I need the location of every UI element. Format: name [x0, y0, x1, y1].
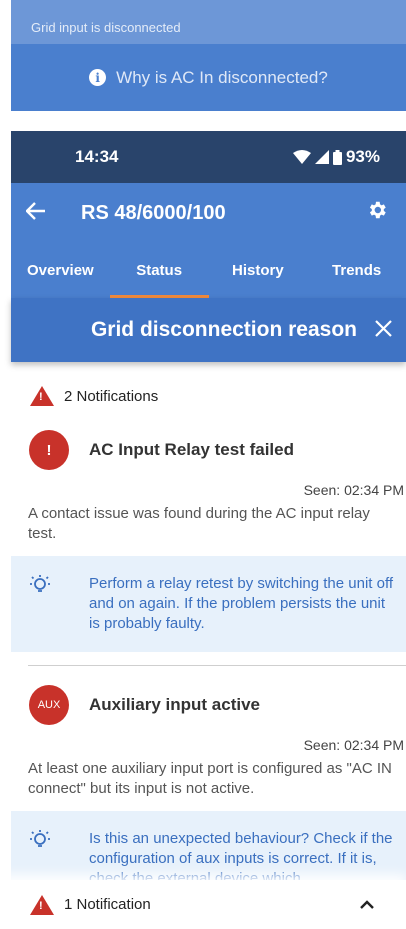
system-status-bar: 14:34 93% [11, 131, 406, 183]
lightbulb-icon [29, 574, 67, 634]
gear-icon [369, 201, 386, 219]
info-icon: i [89, 69, 107, 86]
device-title: RS 48/6000/100 [81, 201, 226, 224]
notification-description: At least one auxiliary input port is con… [28, 760, 392, 797]
seen-timestamp: Seen: 02:34 PM [303, 737, 404, 753]
tab-trends[interactable]: Trends [307, 243, 406, 298]
collapsed-notification-label: 1 Notification [64, 896, 151, 913]
battery-percent: 93% [345, 147, 380, 166]
notification-description: A contact issue was found during the AC … [28, 505, 370, 542]
grid-status-banner: Grid input is disconnected i Why is AC I… [11, 0, 406, 111]
battery-icon [332, 149, 342, 165]
back-button[interactable] [11, 200, 61, 226]
app-bar: RS 48/6000/100 [11, 183, 406, 243]
notification-title: Auxiliary input active [89, 695, 260, 714]
relay-alert-icon: ! [29, 430, 69, 470]
back-arrow-icon [25, 202, 45, 220]
divider [28, 665, 406, 666]
sheet-title: Grid disconnection reason [90, 318, 357, 341]
close-button[interactable] [375, 317, 392, 343]
seen-timestamp: Seen: 02:34 PM [303, 482, 404, 498]
notification-count: ! 2 Notifications [30, 386, 158, 406]
signal-icon [314, 150, 329, 164]
warning-icon: ! [30, 386, 54, 406]
notification-card: AUX Auxiliary input active Seen: 02:34 P… [11, 685, 406, 911]
collapsed-notifications-bar[interactable]: ! 1 Notification [0, 880, 406, 929]
chevron-up-icon[interactable] [360, 896, 374, 914]
grid-status-text: Grid input is disconnected [11, 0, 406, 44]
tip-text: Perform a relay retest by switching the … [89, 575, 394, 632]
notification-title: AC Input Relay test failed [89, 440, 294, 459]
clock: 14:34 [75, 147, 119, 166]
notification-card: ! AC Input Relay test failed Seen: 02:34… [11, 430, 406, 652]
notification-count-label: 2 Notifications [64, 387, 159, 405]
tab-history[interactable]: History [209, 243, 308, 298]
aux-icon: AUX [29, 685, 69, 725]
tab-overview[interactable]: Overview [11, 243, 110, 298]
close-icon [375, 320, 392, 337]
tab-status[interactable]: Status [109, 243, 209, 298]
tab-bar: Overview Status History Trends [11, 243, 406, 298]
tip-box: Perform a relay retest by switching the … [11, 556, 406, 652]
sheet-header: Grid disconnection reason [11, 298, 406, 362]
why-disconnected-label: Why is AC In disconnected? [116, 67, 328, 87]
why-disconnected-link[interactable]: i Why is AC In disconnected? [11, 44, 406, 111]
warning-icon: ! [30, 894, 54, 915]
wifi-icon [292, 150, 311, 164]
status-icons: 93% [292, 147, 380, 167]
settings-button[interactable] [366, 199, 406, 227]
